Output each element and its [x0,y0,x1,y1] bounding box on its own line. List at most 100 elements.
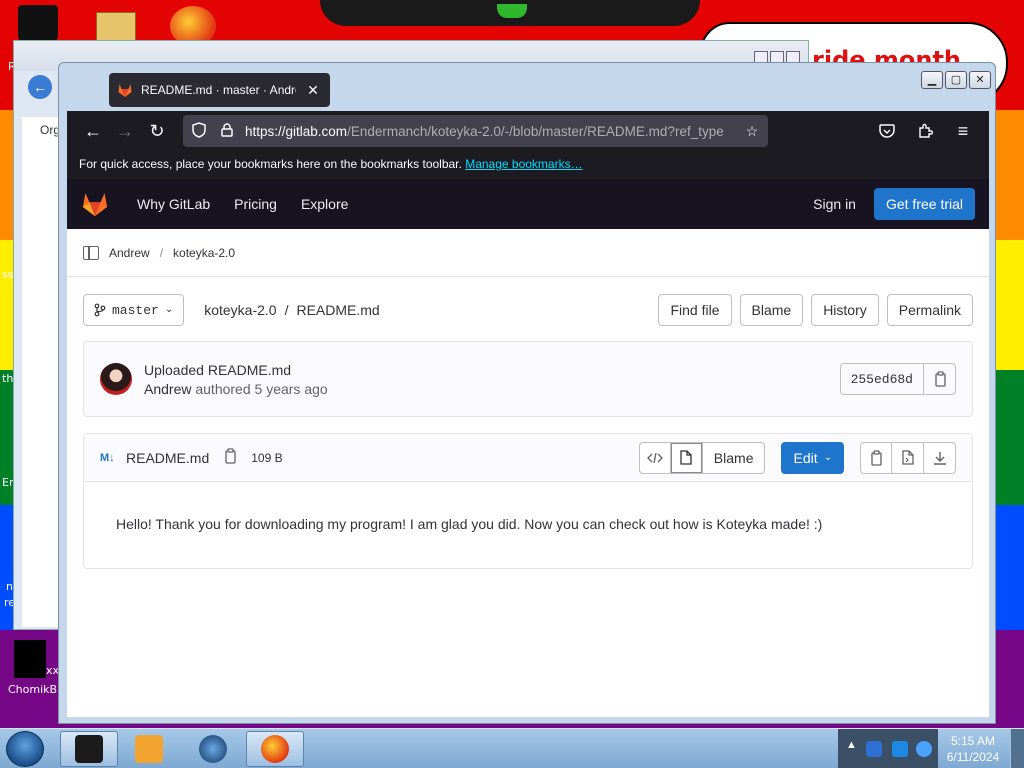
tray-expand-icon[interactable]: ▲ [846,739,857,751]
find-file-button[interactable]: Find file [658,294,732,326]
clock-date: 6/11/2024 [946,750,1000,764]
copy-contents-icon[interactable] [860,441,892,474]
page-content: Why GitLab Pricing Explore Sign in Get f… [67,179,989,717]
permalink-button[interactable]: Permalink [886,294,973,326]
nav-pricing[interactable]: Pricing [224,190,287,218]
file-path-row: master ⌄ koteyka-2.0 / README.md Find fi… [83,293,973,327]
url-bar[interactable]: https://gitlab.com/Endermanch/koteyka-2.… [183,115,768,147]
bookmarks-toolbar: For quick access, place your bookmarks h… [67,151,989,179]
extensions-icon[interactable] [909,115,941,147]
forward-icon[interactable]: → [109,115,141,147]
taskbar-item-app[interactable] [60,731,118,767]
chevron-down-icon: ⌄ [164,305,174,316]
nav-why-gitlab[interactable]: Why GitLab [127,190,220,218]
file-header: M↓ README.md 109 B Blame Edit ⌄ [84,434,972,482]
bookmarks-hint: For quick access, place your bookmarks h… [79,157,462,171]
branch-name: master [112,302,159,318]
taskbar-item-globe[interactable] [184,731,242,767]
code-view-icon[interactable] [638,441,671,474]
url-text[interactable]: https://gitlab.com/Endermanch/koteyka-2.… [245,124,734,139]
start-button[interactable] [6,731,44,767]
path-project-link[interactable]: koteyka-2.0 [204,302,276,318]
commit-sha-group: 255ed68d [839,363,956,395]
sidebar-toggle-icon[interactable] [83,245,99,260]
gitlab-logo-icon[interactable] [81,191,109,217]
desktop-edge-text: ss [2,268,14,281]
view-toggle-group: Blame [638,441,766,474]
media-player-icon [135,735,163,763]
desktop-icon-dark[interactable] [18,5,58,45]
commit-meta: Andrew authored 5 years ago [144,381,328,397]
breadcrumb-project[interactable]: koteyka-2.0 [173,246,235,260]
close-icon[interactable]: ✕ [969,71,991,89]
lock-icon[interactable] [217,122,237,140]
blame-button[interactable]: Blame [739,294,804,326]
toolbar-right: ≡ [871,115,979,147]
chevron-down-icon: ⌄ [823,452,832,463]
branch-icon [94,303,106,317]
file-blame-button[interactable]: Blame [702,441,766,474]
readme-content: Hello! Thank you for downloading my prog… [116,516,823,532]
sign-in-link[interactable]: Sign in [803,190,866,218]
commit-info: Uploaded README.md Andrew authored 5 yea… [144,362,328,397]
organize-label[interactable]: Org [40,123,60,137]
branch-selector[interactable]: master ⌄ [83,294,185,326]
back-arrow-icon[interactable]: ← [28,75,52,99]
file-action-group [860,441,956,474]
gitlab-favicon-icon [118,84,132,97]
last-commit-box: Uploaded README.md Andrew authored 5 yea… [83,341,973,417]
desktop-icon-chomik[interactable] [14,640,46,678]
history-button[interactable]: History [811,294,879,326]
reload-icon[interactable]: ↻ [141,115,173,147]
copy-path-icon[interactable] [223,448,237,467]
file-path: koteyka-2.0 / README.md [204,302,380,318]
nav-explore[interactable]: Explore [291,190,358,218]
avatar[interactable] [100,363,132,395]
clock-time: 5:15 AM [950,734,996,748]
tab-close-icon[interactable]: ✕ [304,81,322,99]
taskbar-item-media-player[interactable] [120,731,178,767]
tab-title: README.md · master · Andrew [141,83,296,97]
gitlab-top-nav: Why GitLab Pricing Explore Sign in Get f… [67,179,989,229]
show-desktop-button[interactable] [1010,729,1024,768]
rendered-view-icon[interactable] [670,441,703,474]
tray-shield-icon[interactable] [866,741,882,757]
desktop-icon-label[interactable]: ChomikB [8,683,57,696]
breadcrumb-user[interactable]: Andrew [109,246,150,260]
download-icon[interactable] [924,441,956,474]
file-viewer: M↓ README.md 109 B Blame Edit ⌄ Hello! T… [83,433,973,569]
star-icon[interactable]: ☆ [742,123,762,140]
breadcrumb: Andrew / koteyka-2.0 [67,229,989,277]
edit-button[interactable]: Edit ⌄ [781,441,844,474]
breadcrumb-separator: / [159,245,164,260]
firefox-window: README.md · master · Andrew ✕ ▁ ▢ ✕ ← → … [58,62,996,724]
edit-label: Edit [793,449,818,466]
tray-network-icon[interactable] [892,741,908,757]
commit-time: authored 5 years ago [195,380,328,397]
maximize-icon[interactable]: ▢ [945,71,967,89]
get-free-trial-button[interactable]: Get free trial [873,188,975,220]
file-actions: Find file Blame History Permalink [658,294,973,326]
taskbar-item-firefox[interactable] [246,731,304,767]
file-tools: Blame Edit ⌄ [638,441,956,474]
navigation-toolbar: ← → ↻ https://gitlab.com/Endermanch/kote… [67,111,989,151]
file-name: README.md [126,449,210,466]
pocket-icon[interactable] [871,115,903,147]
copy-sha-icon[interactable] [924,363,956,395]
open-raw-icon[interactable] [892,441,924,474]
url-path: /Endermanch/koteyka-2.0/-/blob/master/RE… [347,123,724,139]
desktop-wallpaper-accent [497,4,527,18]
clock[interactable]: 5:15 AM 6/11/2024 [940,733,1006,765]
menu-icon[interactable]: ≡ [947,115,979,147]
minimize-icon[interactable]: ▁ [921,71,943,89]
commit-title[interactable]: Uploaded README.md [144,362,328,378]
shield-icon[interactable] [189,121,209,141]
commit-author[interactable]: Andrew [144,381,191,397]
commit-sha[interactable]: 255ed68d [839,363,924,395]
tab-readme[interactable]: README.md · master · Andrew ✕ [109,73,330,107]
markdown-icon: M↓ [100,451,115,464]
back-icon[interactable]: ← [77,115,109,147]
taskbar: ▲ 5:15 AM 6/11/2024 [0,728,1024,768]
manage-bookmarks-link[interactable]: Manage bookmarks… [465,157,582,171]
tray-volume-icon[interactable] [916,741,932,757]
